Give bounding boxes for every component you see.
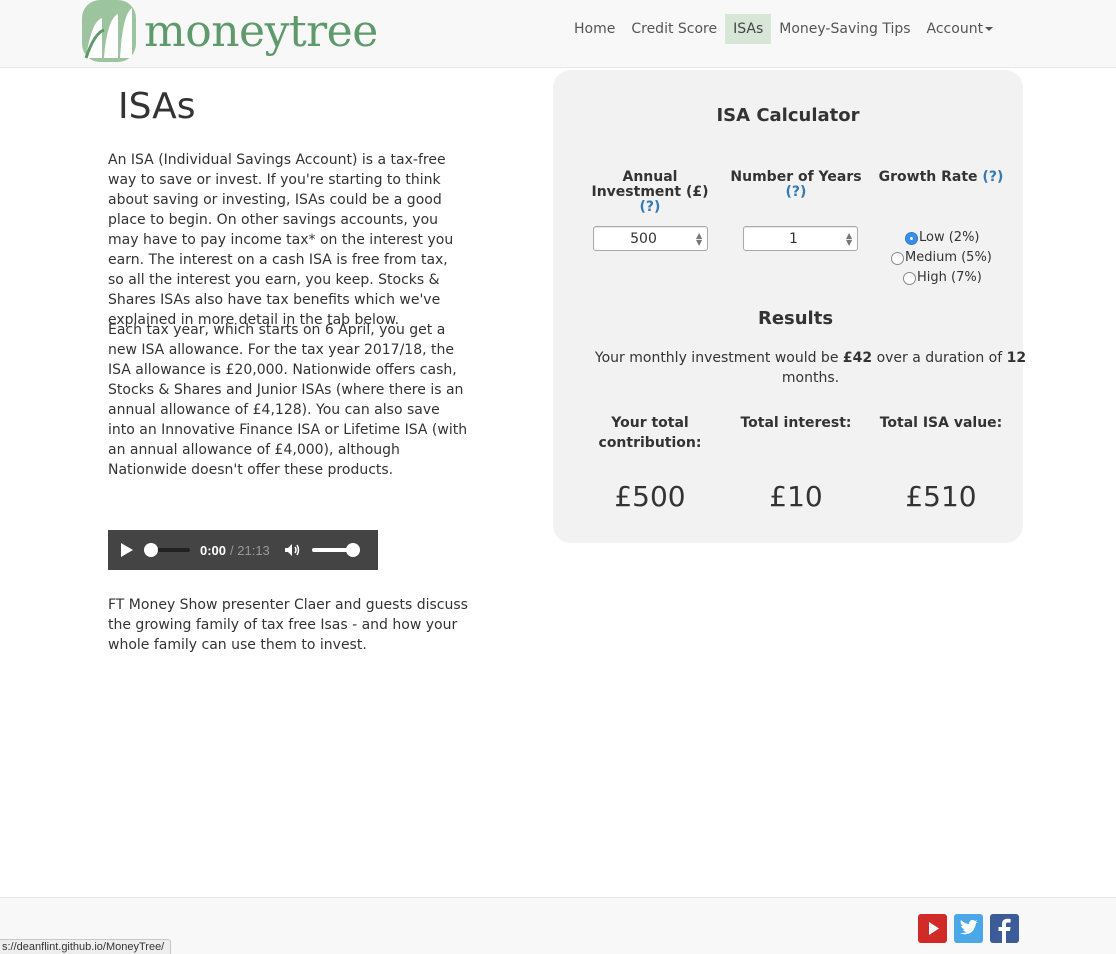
total-isa-value: £510 — [905, 480, 977, 513]
intro-paragraph: An ISA (Individual Savings Account) is a… — [108, 152, 454, 328]
page-title: ISAs — [118, 86, 196, 127]
growth-rate-label: Growth Rate (?) — [878, 169, 1004, 185]
navbar: moneytree Home Credit Score ISAs Money-S… — [0, 0, 1116, 68]
radio-medium[interactable] — [891, 251, 904, 265]
years-help-link[interactable]: (?) — [786, 184, 807, 200]
nav-item-isas: ISAs — [725, 14, 772, 44]
podcast-description: FT Money Show presenter Claer and guests… — [108, 597, 468, 653]
isa-calculator: ISA Calculator Annual Investment (£) (?)… — [553, 70, 1026, 543]
volume-slider[interactable] — [311, 543, 360, 557]
total-interest-value: £10 — [769, 480, 823, 513]
status-bar-url: s://deanflint.github.io/MoneyTree/ — [0, 939, 172, 954]
calculator-title: ISA Calculator — [716, 105, 860, 126]
total-duration: / 21:13 — [230, 542, 270, 558]
total-contribution-label: Your total contribution: — [598, 415, 702, 451]
total-contribution-value: £500 — [614, 480, 686, 513]
facebook-icon[interactable] — [990, 914, 1019, 943]
annual-investment-input[interactable] — [593, 226, 708, 251]
duration-months: 12 — [1006, 350, 1027, 366]
total-isa-value-label: Total ISA value: — [879, 415, 1003, 431]
caret-down-icon — [985, 27, 994, 31]
nav-item-credit-score: Credit Score — [623, 14, 725, 44]
seek-handle[interactable] — [144, 543, 158, 557]
nav-link-home[interactable]: Home — [566, 14, 623, 44]
tree-chart-logo-icon — [82, 0, 136, 62]
volume-icon[interactable] — [284, 543, 302, 557]
growth-rate-option-medium[interactable]: Medium (5%) — [891, 248, 992, 268]
total-interest-label: Total interest: — [740, 415, 852, 431]
years-stepper-icon[interactable]: ▲ ▼ — [846, 232, 852, 247]
results-summary: Your monthly investment would be £42 ove… — [594, 350, 1027, 386]
brand-name: moneytree — [144, 5, 378, 57]
brand-home-link[interactable]: moneytree — [82, 0, 378, 62]
annual-investment-stepper-icon[interactable]: ▲ ▼ — [696, 232, 702, 247]
radio-high[interactable] — [903, 271, 916, 285]
years-label: Number of Years (?) — [730, 169, 862, 200]
play-icon[interactable] — [121, 543, 133, 557]
account-label: Account — [926, 21, 984, 37]
nav-link-isas[interactable]: ISAs — [725, 14, 772, 44]
seek-slider[interactable] — [144, 543, 190, 557]
nav-item-account: Account — [919, 14, 1002, 44]
twitter-icon[interactable] — [954, 914, 983, 943]
nav-item-money-saving-tips: Money-Saving Tips — [771, 14, 918, 44]
audio-player: 0:00 / 21:13 — [108, 530, 378, 570]
annual-investment-label: Annual Investment (£) (?) — [591, 169, 709, 215]
growth-rate-help-link[interactable]: (?) — [982, 169, 1003, 185]
allowance-paragraph: Each tax year, which starts on 6 April, … — [108, 322, 468, 478]
nav-link-account-dropdown[interactable]: Account — [919, 14, 1002, 44]
radio-low[interactable] — [905, 231, 918, 245]
annual-investment-help-link[interactable]: (?) — [640, 199, 661, 215]
monthly-amount: £42 — [842, 350, 873, 366]
years-input[interactable] — [743, 226, 858, 251]
growth-rate-radio-group: Low (2%) Medium (5%) High (7%) — [889, 228, 992, 288]
current-time: 0:00 — [200, 542, 227, 558]
main-nav: Home Credit Score ISAs Money-Saving Tips… — [566, 14, 1001, 44]
youtube-icon[interactable] — [918, 914, 947, 943]
volume-handle[interactable] — [345, 543, 360, 557]
nav-link-money-saving-tips[interactable]: Money-Saving Tips — [771, 14, 918, 44]
nav-link-credit-score[interactable]: Credit Score — [623, 14, 725, 44]
growth-rate-option-low[interactable]: Low (2%) — [905, 228, 992, 248]
growth-rate-option-high[interactable]: High (7%) — [903, 268, 992, 288]
nav-item-home: Home — [566, 14, 623, 44]
results-title: Results — [757, 308, 834, 329]
